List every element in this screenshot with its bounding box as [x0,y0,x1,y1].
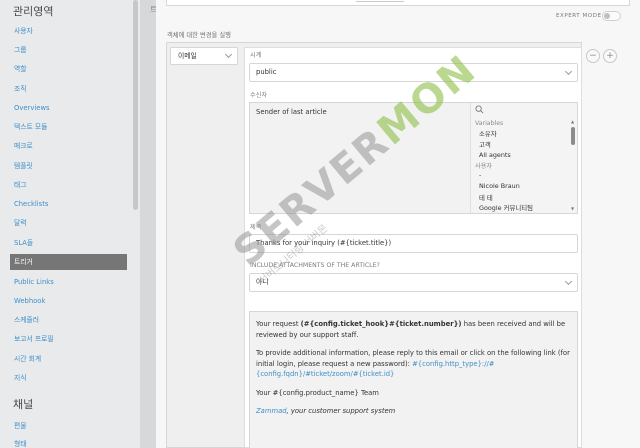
sidebar-item-report-profiles[interactable]: 보고서 프로필 [14,331,124,347]
sidebar-item-organizations[interactable]: 조직 [14,81,124,97]
email-body-editor[interactable]: Your request (#{config.ticket_hook}#{tic… [249,311,578,448]
picker-group-variables: Variables [475,120,504,127]
sidebar-item-users[interactable]: 사용자 [14,23,124,39]
add-action-button[interactable]: + [603,49,617,63]
picker-option-all-agents[interactable]: All agents [479,151,511,159]
body-paragraph-4: Zammad, your customer support system [256,406,571,417]
chevron-down-icon [564,67,573,76]
sidebar-item-time-accounting[interactable]: 시간 회계 [14,351,124,367]
chevron-down-icon [564,277,573,286]
sidebar-item-triggers[interactable]: 트리거 [10,254,127,270]
channel-section-title: 채널 [13,398,34,411]
sidebar-item-overviews[interactable]: Overviews [14,100,124,116]
expert-mode-toggle[interactable] [602,11,621,21]
remove-action-button[interactable]: − [586,49,600,63]
background-content [140,0,156,448]
picker-scrollbar[interactable] [571,127,575,145]
zammad-link[interactable]: Zammad [256,407,287,415]
visibility-value: public [256,68,277,76]
sidebar-item-knowledge-base[interactable]: 지식 [14,370,124,386]
picker-option-none[interactable]: - [479,171,481,179]
previous-section-tab [356,0,404,2]
sidebar-item-templates[interactable]: 템플릿 [14,158,124,174]
expert-mode-label: EXPERT MODE [556,13,602,19]
visibility-select[interactable]: public [249,63,578,82]
sidebar-item-tags[interactable]: 태그 [14,177,124,193]
picker-option-owner[interactable]: 소유자 [479,129,497,138]
recipient-value: Sender of last article [256,108,327,116]
picker-group-users: 사용자 [475,163,493,170]
sidebar-item-channel-email[interactable]: 편물 [14,418,124,434]
sidebar-item-webhook[interactable]: Webhook [14,293,124,309]
perform-changes-label: 객체에 대한 변경을 실행 [167,32,231,39]
sidebar-item-text-modules[interactable]: 텍스트 모듈 [14,119,124,135]
picker-option-nicole-braun[interactable]: Nicole Braun [479,182,520,190]
scroll-up-arrow-icon[interactable]: ▲ [571,119,574,124]
admin-sidebar: 관리영역 사용자 그룹 역할 조직 Overviews 텍스트 모듈 매크로 템… [0,0,140,448]
action-type-value: 이메일 [178,52,197,60]
picker-option-user[interactable]: 테 테 [479,193,493,202]
sidebar-scrollbar[interactable] [133,0,138,210]
picker-option-google-team[interactable]: Google 커뮤니티팀 [479,203,533,212]
picker-option-customer[interactable]: 고객 [479,140,491,149]
sidebar-item-channel-form[interactable]: 형태 [14,436,124,448]
chevron-down-icon [224,50,233,59]
body-variable: (#{config.ticket_hook}#{ticket.number}) [300,320,462,328]
body-text: Your request [256,320,301,328]
visibility-label: 시계 [250,52,262,59]
toggle-knob [604,13,610,19]
sidebar-item-groups[interactable]: 그룹 [14,42,124,58]
sidebar-item-calendars[interactable]: 달력 [14,215,124,231]
action-type-select[interactable]: 이메일 [170,47,238,65]
sidebar-item-slas[interactable]: SLA들 [14,235,124,251]
sidebar-item-roles[interactable]: 역할 [14,61,124,77]
search-icon [475,105,484,114]
body-paragraph-2: To provide additional information, pleas… [256,348,571,380]
scroll-down-arrow-icon[interactable]: ▼ [571,206,574,211]
sidebar-item-public-links[interactable]: Public Links [14,274,124,290]
attachments-select[interactable]: 아니 [249,273,578,292]
sidebar-item-checklists[interactable]: Checklists [14,196,124,212]
body-paragraph-3: Your #{config.product_name} Team [256,388,379,397]
admin-section-title: 관리영역 [13,5,54,18]
sidebar-item-macros[interactable]: 매크로 [14,138,124,154]
body-text: , your customer support system [286,407,396,415]
body-paragraph-1: Your request (#{config.ticket_hook}#{tic… [256,319,571,340]
sidebar-item-scheduler[interactable]: 스케쥴러 [14,312,124,328]
recipient-label: 수신자 [250,92,268,99]
recipient-picker: Variables 소유자 고객 All agents 사용자 - Nicole… [470,103,577,213]
